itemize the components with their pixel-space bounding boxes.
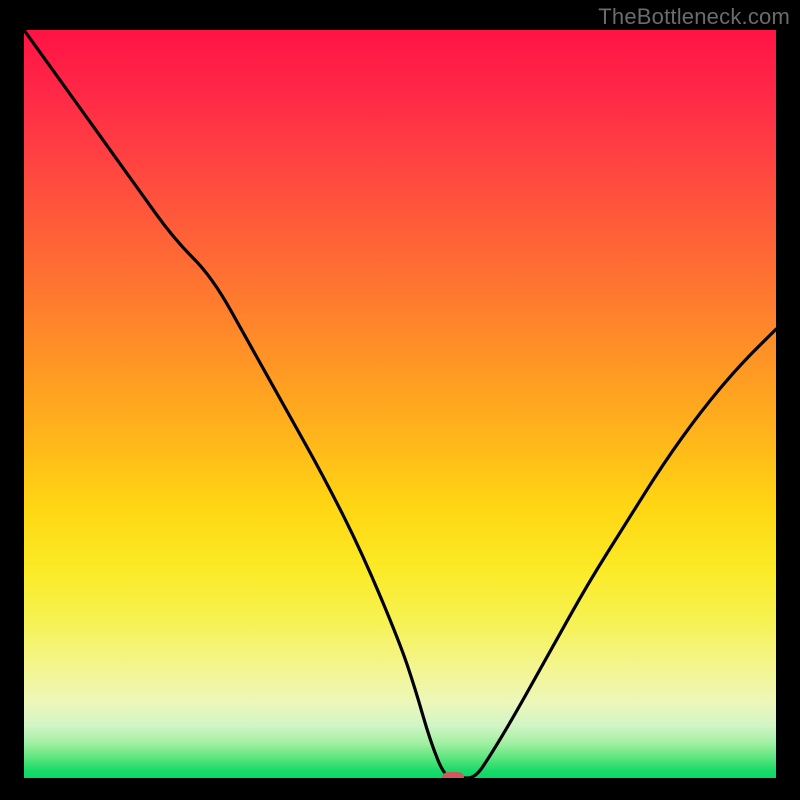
curve-path [24, 30, 776, 778]
optimal-marker [442, 772, 464, 778]
plot-area [24, 30, 776, 778]
chart-frame: TheBottleneck.com [0, 0, 800, 800]
watermark-text: TheBottleneck.com [598, 4, 790, 30]
bottleneck-curve [24, 30, 776, 778]
